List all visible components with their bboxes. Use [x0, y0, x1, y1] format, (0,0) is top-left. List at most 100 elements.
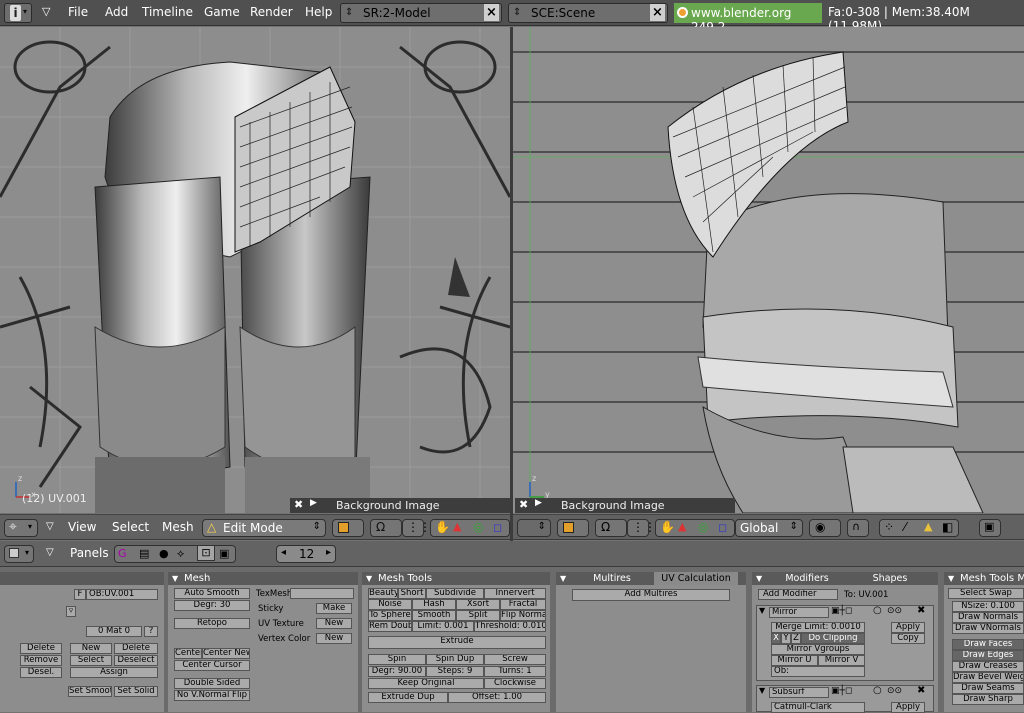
- axis-z-toggle[interactable]: Z: [791, 633, 801, 644]
- left-3d-viewport[interactable]: z x (12) UV.001 ✖ ▶ Background Image: [0, 27, 510, 513]
- axis-y-toggle[interactable]: Y: [781, 633, 791, 644]
- collapse-triangle-icon[interactable]: ▼: [560, 572, 566, 585]
- xsort-button[interactable]: Xsort: [456, 599, 500, 610]
- no-vnormal-flip-toggle[interactable]: No V.Normal Flip: [174, 690, 250, 701]
- object-name-field[interactable]: OB:UV.001: [86, 589, 158, 600]
- degree-field[interactable]: Degr: 90.00: [368, 666, 426, 677]
- right-3d-viewport[interactable]: z y ✖ ▶ Background Image: [513, 27, 1024, 513]
- collapse-triangle-icon[interactable]: ▼: [366, 572, 372, 585]
- mode-selector[interactable]: △ Edit Mode ⇕: [202, 519, 326, 537]
- background-image-panel-header[interactable]: ✖ ▶ Background Image: [515, 498, 735, 513]
- vertex-select-icon[interactable]: ⁘: [884, 520, 894, 534]
- draw-type-button[interactable]: [332, 519, 364, 537]
- hash-button[interactable]: Hash: [412, 599, 456, 610]
- fractal-button[interactable]: Fractal: [500, 599, 546, 610]
- deselect-vgroup-button[interactable]: Desel.: [20, 667, 62, 678]
- center-button[interactable]: Center: [174, 648, 202, 659]
- smooth-button[interactable]: Smooth: [412, 610, 456, 621]
- material-index-field[interactable]: 0 Mat 0: [86, 626, 142, 637]
- subsurf-type-menu[interactable]: Catmull-Clark: [771, 702, 865, 713]
- scene-icon[interactable]: ▣: [219, 547, 229, 560]
- screw-button[interactable]: Screw: [484, 654, 546, 665]
- collapse-triangle-icon[interactable]: ▼: [948, 572, 954, 585]
- extrude-dup-button[interactable]: Extrude Dup: [368, 692, 448, 703]
- draw-edges-toggle[interactable]: Draw Edges: [952, 650, 1024, 661]
- f-toggle[interactable]: F: [74, 589, 86, 600]
- snap-grid-button[interactable]: ⋮⋮: [627, 519, 656, 537]
- deselect-material-button[interactable]: Deselect: [114, 655, 158, 666]
- set-smooth-button[interactable]: Set Smoot: [68, 686, 112, 697]
- draw-normals-toggle[interactable]: Draw Normals: [952, 612, 1024, 623]
- to-sphere-button[interactable]: To Sphere: [368, 610, 412, 621]
- beauty-toggle[interactable]: Beauty: [368, 588, 398, 599]
- translate-icon[interactable]: ▲: [453, 520, 461, 533]
- menu-game[interactable]: Game: [204, 5, 240, 19]
- scene-name[interactable]: SCE:Scene: [531, 6, 595, 20]
- new-material-button[interactable]: New: [70, 643, 112, 654]
- chevron-left-icon[interactable]: ◂: [281, 547, 286, 558]
- axis-x-toggle[interactable]: X: [771, 633, 781, 644]
- proportional-edit-button[interactable]: ◉: [809, 519, 841, 537]
- buttons-window-type-button[interactable]: ▾: [4, 545, 34, 563]
- menu-select[interactable]: Select: [112, 520, 149, 534]
- mirror-v-toggle[interactable]: Mirror V: [818, 655, 865, 666]
- render-preview-button[interactable]: ▣: [979, 519, 1001, 537]
- editing-icon[interactable]: ⊡: [197, 545, 215, 561]
- copy-mirror-button[interactable]: Copy: [891, 633, 925, 644]
- menu-file[interactable]: File: [68, 5, 88, 19]
- snap-magnet-button[interactable]: ∩: [847, 519, 869, 537]
- chevron-right-icon[interactable]: ▸: [326, 547, 331, 558]
- close-icon[interactable]: ✖: [519, 498, 528, 511]
- assign-material-button[interactable]: Assign: [70, 667, 158, 678]
- noise-button[interactable]: Noise: [368, 599, 412, 610]
- edge-select-icon[interactable]: ⁄: [904, 520, 906, 534]
- draw-bevel-weights-toggle[interactable]: Draw Bevel Weights: [952, 672, 1024, 683]
- select-swap-button[interactable]: Select Swap: [948, 588, 1024, 599]
- double-sided-toggle[interactable]: Double Sided: [174, 678, 250, 689]
- move-up-icon[interactable]: ⊙⊙: [887, 686, 902, 696]
- tab-uv-calculation[interactable]: UV Calculation: [654, 572, 738, 585]
- radio-icon[interactable]: ○: [873, 685, 882, 696]
- subdivide-button[interactable]: Subdivide: [426, 588, 484, 599]
- threshold-field[interactable]: Threshold: 0.010: [474, 621, 546, 632]
- merge-limit-field[interactable]: Merge Limit: 0.0010: [771, 622, 865, 633]
- set-solid-button[interactable]: Set Solid: [114, 686, 158, 697]
- remove-doubles-button[interactable]: Rem Doubl: [368, 621, 412, 632]
- apply-subsurf-button[interactable]: Apply: [891, 702, 925, 713]
- play-triangle-icon[interactable]: ▶: [535, 498, 542, 508]
- shading-icon[interactable]: ●: [159, 547, 169, 560]
- screen-selector[interactable]: ⇕ SR:2-Model ×: [340, 3, 502, 23]
- scene-selector[interactable]: ⇕ SCE:Scene ×: [508, 3, 668, 23]
- auto-smooth-toggle[interactable]: Auto Smooth: [174, 588, 250, 599]
- delete-scene-button[interactable]: ×: [650, 4, 665, 21]
- rotate-icon[interactable]: ◎: [698, 520, 708, 534]
- mode-label[interactable]: Edit Mode: [223, 521, 283, 535]
- translate-icon[interactable]: ▲: [678, 520, 686, 533]
- steps-field[interactable]: Steps: 9: [426, 666, 484, 677]
- draw-seams-toggle[interactable]: Draw Seams: [952, 683, 1024, 694]
- apply-mirror-button[interactable]: Apply: [891, 622, 925, 633]
- delete-material-button[interactable]: Delete: [114, 643, 158, 654]
- rotate-icon[interactable]: ◎: [473, 520, 483, 534]
- mirror-name-field[interactable]: Mirror: [769, 607, 829, 618]
- face-select-icon[interactable]: ▲: [924, 520, 932, 533]
- panels-menu[interactable]: Panels: [70, 546, 109, 560]
- mirror-u-toggle[interactable]: Mirror U: [771, 655, 818, 666]
- move-up-icon[interactable]: ⊙⊙: [887, 606, 902, 616]
- offset-field[interactable]: Offset: 1.00: [448, 692, 546, 703]
- background-image-panel-header[interactable]: ✖ ▶ Background Image: [290, 498, 510, 513]
- frame-number-field[interactable]: ◂ 12 ▸: [276, 545, 336, 563]
- menu-add[interactable]: Add: [105, 5, 128, 19]
- material-help-button[interactable]: ?: [144, 626, 158, 637]
- view3d-type-button[interactable]: ⌖ ▾: [4, 519, 38, 537]
- snap-grid-button[interactable]: ⋮⋮: [402, 519, 431, 537]
- radio-icon[interactable]: ○: [873, 605, 882, 616]
- tab-shapes[interactable]: Shapes: [848, 572, 932, 585]
- info-window-type-button[interactable]: i ▾: [4, 3, 32, 23]
- new-vertex-color-button[interactable]: New: [316, 633, 352, 644]
- collapse-triangle-icon[interactable]: ▼: [759, 606, 765, 615]
- remove-vgroup-button[interactable]: Remove: [20, 655, 62, 666]
- subsurf-name-field[interactable]: Subsurf: [769, 687, 829, 698]
- extrude-button[interactable]: Extrude: [368, 636, 546, 649]
- texmesh-field[interactable]: [290, 588, 354, 599]
